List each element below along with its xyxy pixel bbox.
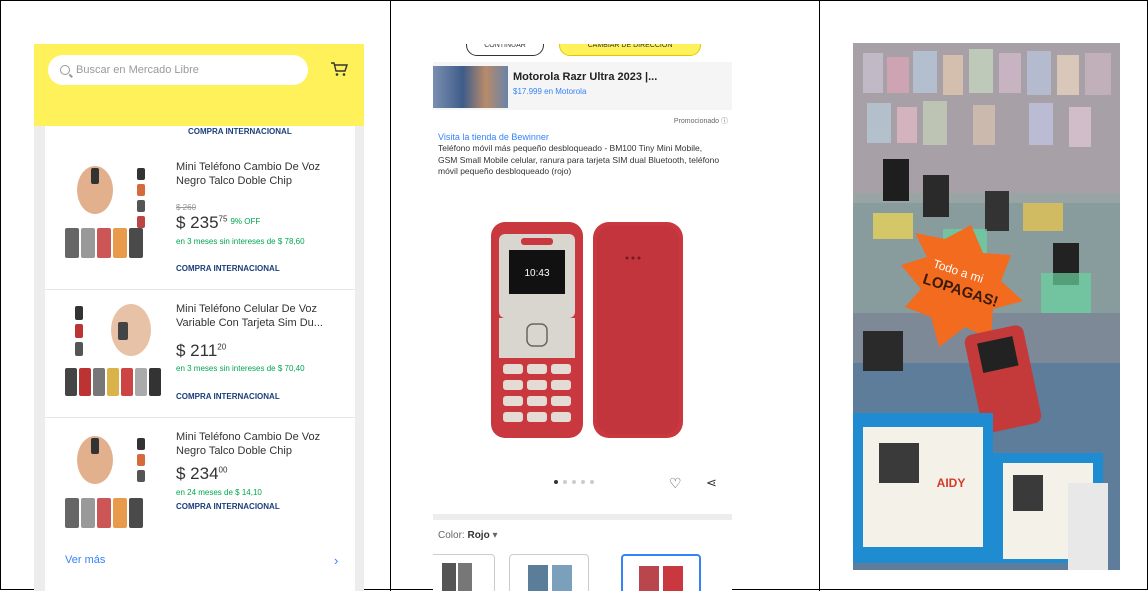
ad-title[interactable]: Motorola Razr Ultra 2023 |... [513, 71, 657, 83]
chevron-down-icon: ▾ [492, 530, 498, 541]
panel-divider [390, 1, 391, 591]
product-image[interactable]: 10:43 [487, 220, 687, 442]
product-thumbnail [65, 304, 161, 396]
store-link[interactable]: Visita la tienda de Bewinner [438, 132, 549, 142]
product-detail-screen: CONTINUAR CAMBIAR DE DIRECCIÓN Motorola … [433, 44, 732, 591]
box-brand: AIDY [937, 476, 966, 490]
store-photo: Todo a mi LOPAGAS! AIDY [853, 43, 1120, 570]
panel-divider [819, 1, 820, 591]
listing-screen: Buscar en Mercado Libre COMPRA INTERNACI… [34, 44, 364, 591]
price-cents: 20 [217, 342, 227, 352]
product-thumbnail [65, 166, 145, 258]
product-title[interactable]: Mini Teléfono Cambio De Voz Negro Talco … [176, 430, 346, 458]
product-price: $ 23400 [176, 464, 227, 484]
list-item[interactable]: Mini Teléfono Cambio De Voz Negro Talco … [45, 140, 355, 290]
international-badge: COMPRA INTERNACIONAL [176, 502, 280, 511]
installments-text: en 24 meses de $ 14,10 [176, 488, 262, 497]
results-list: COMPRA INTERNACIONAL Mini Teléfono Cambi… [45, 126, 355, 591]
search-input[interactable]: Buscar en Mercado Libre [48, 55, 308, 85]
price-cents: 00 [218, 465, 228, 475]
color-swatch-selected[interactable] [621, 554, 701, 591]
product-title: Teléfono móvil más pequeño desbloqueado … [438, 143, 720, 176]
product-price: $ 21120 [176, 341, 226, 361]
section-divider [433, 514, 732, 520]
share-icon[interactable]: ⋖ [706, 475, 717, 491]
sponsored-ad[interactable]: Motorola Razr Ultra 2023 |... $17.999 en… [433, 62, 732, 110]
promoted-label: Promocionado ⓘ [673, 118, 728, 125]
list-item[interactable]: Mini Teléfono Celular De Voz Variable Co… [45, 290, 355, 418]
discount-badge: 9% OFF [230, 217, 261, 226]
chevron-right-icon[interactable]: › [334, 553, 338, 568]
installments-text: en 3 meses sin intereses de $ 70,40 [176, 364, 305, 373]
old-price: $ 260 [176, 203, 197, 212]
product-title[interactable]: Mini Teléfono Cambio De Voz Negro Talco … [176, 160, 346, 188]
search-icon [60, 65, 70, 75]
change-address-button[interactable]: CAMBIAR DE DIRECCIÓN [559, 44, 701, 56]
color-swatch[interactable] [509, 554, 589, 591]
ad-subtitle: $17.999 en Motorola [513, 87, 587, 96]
international-badge: COMPRA INTERNACIONAL [176, 392, 280, 401]
cart-icon[interactable] [330, 61, 348, 77]
color-swatch[interactable] [433, 554, 495, 591]
top-actions: CONTINUAR CAMBIAR DE DIRECCIÓN [433, 44, 732, 62]
screen-time: 10:43 [524, 268, 549, 279]
price-value: $ 234 [176, 464, 219, 483]
product-price: $ 23575 9% OFF [176, 213, 260, 233]
selected-color: Rojo [467, 530, 490, 541]
favorite-heart-icon[interactable]: ♡ [669, 475, 682, 492]
continue-button[interactable]: CONTINUAR [466, 44, 544, 56]
list-item[interactable]: Mini Teléfono Cambio De Voz Negro Talco … [45, 418, 355, 538]
product-title[interactable]: Mini Teléfono Celular De Voz Variable Co… [176, 302, 346, 330]
color-selector-label[interactable]: Color: Rojo ▾ [438, 530, 498, 541]
ad-image [433, 66, 508, 108]
price-value: $ 211 [176, 341, 218, 360]
listing-header: Buscar en Mercado Libre [34, 44, 364, 126]
carousel-dots[interactable] [554, 480, 594, 484]
product-thumbnail [65, 436, 145, 528]
international-badge: COMPRA INTERNACIONAL [188, 127, 292, 136]
screenshot-collage: Buscar en Mercado Libre COMPRA INTERNACI… [0, 0, 1148, 591]
price-value: $ 235 [176, 213, 219, 232]
see-more-link[interactable]: Ver más [65, 554, 105, 566]
price-cents: 75 [218, 214, 228, 224]
international-badge: COMPRA INTERNACIONAL [176, 264, 280, 273]
search-placeholder: Buscar en Mercado Libre [76, 64, 199, 76]
installments-text: en 3 meses sin intereses de $ 78,60 [176, 237, 305, 246]
